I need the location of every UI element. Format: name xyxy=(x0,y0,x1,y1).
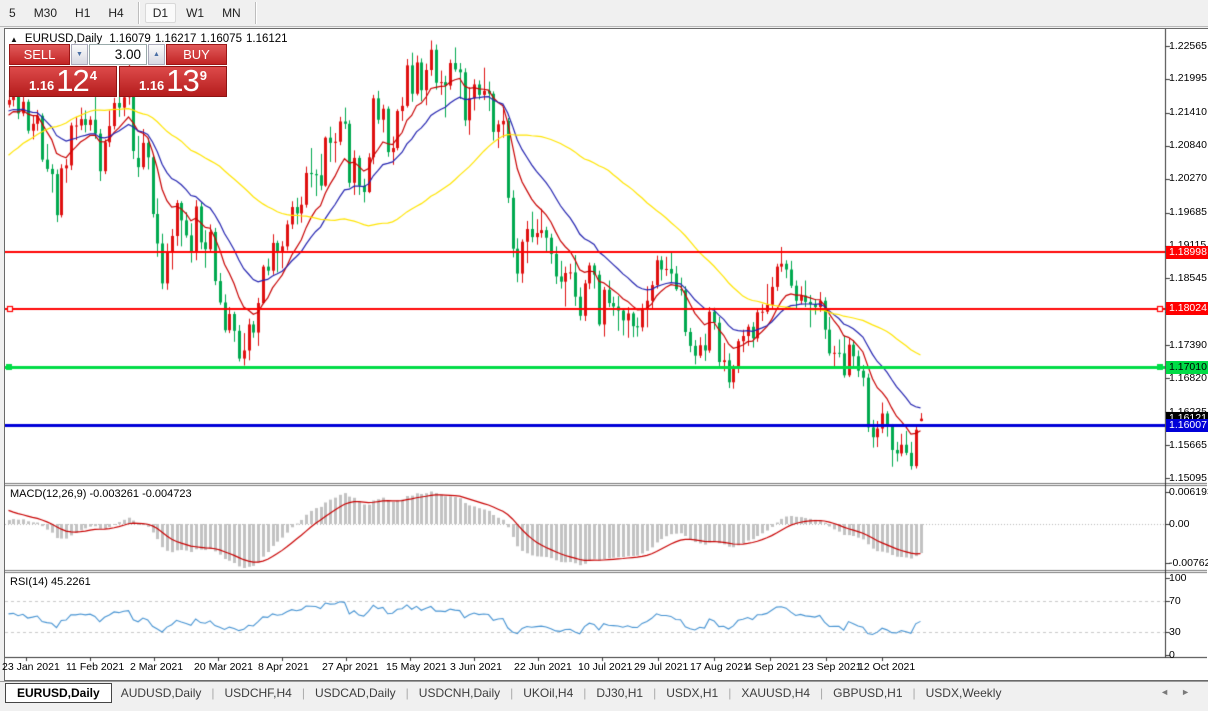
timeframe-button-h4[interactable]: H4 xyxy=(100,3,131,23)
chart-tab-bar: EURUSD,DailyAUDUSD,Daily|USDCHF,H4|USDCA… xyxy=(0,681,1208,704)
chart-canvas[interactable] xyxy=(5,29,1207,678)
price-tick-label: 1.15095 xyxy=(1169,472,1207,485)
date-label: 3 Jun 2021 xyxy=(450,661,502,673)
sell-price-quote[interactable]: 1.16 12 4 xyxy=(9,66,117,97)
tab-scroll-arrows: ◄► xyxy=(1160,687,1202,697)
volume-input[interactable]: 3.00 xyxy=(89,44,147,65)
chart-tab-usdchf[interactable]: USDCHF,H4 xyxy=(216,684,301,702)
chart-tab-ukoil[interactable]: UKOil,H4 xyxy=(514,684,582,702)
buy-price-quote[interactable]: 1.16 13 9 xyxy=(119,66,227,97)
buy-price-prefix: 1.16 xyxy=(139,76,164,95)
rsi-indicator-label: RSI(14) 45.2261 xyxy=(10,576,91,588)
date-label: 2 Mar 2021 xyxy=(130,661,183,673)
tab-scroll-right-icon[interactable]: ► xyxy=(1181,687,1202,697)
buy-price-big-digits: 13 xyxy=(166,67,198,95)
chart-tab-audusd[interactable]: AUDUSD,Daily xyxy=(112,684,211,702)
sell-button[interactable]: SELL xyxy=(9,44,70,65)
sell-price-prefix: 1.16 xyxy=(29,76,54,95)
timeframe-button-m30[interactable]: M30 xyxy=(26,3,65,23)
date-label: 23 Jan 2021 xyxy=(2,661,60,673)
chart-tab-dj30[interactable]: DJ30,H1 xyxy=(587,684,652,702)
macd-axis-label: -0.007621 xyxy=(1169,557,1207,569)
date-label: 11 Feb 2021 xyxy=(66,661,124,673)
toolbar-separator xyxy=(255,2,256,24)
rsi-axis-label: 70 xyxy=(1169,595,1207,607)
chart-tab-eurusd[interactable]: EURUSD,Daily xyxy=(5,683,112,703)
macd-axis-label: 0.00 xyxy=(1169,518,1207,530)
chart-tab-xauusd[interactable]: XAUUSD,H4 xyxy=(732,684,819,702)
timeframe-button-d1[interactable]: D1 xyxy=(145,3,176,23)
price-tick-label: 1.17390 xyxy=(1169,339,1207,352)
rsi-axis-label: 30 xyxy=(1169,626,1207,638)
rsi-axis-label: 0 xyxy=(1169,649,1207,661)
timeframe-toolbar: 5M30H1H4 D1W1MN xyxy=(0,0,1208,27)
price-line-label: 1.18024 xyxy=(1166,302,1208,315)
macd-indicator-label: MACD(12,26,9) -0.003261 -0.004723 xyxy=(10,488,192,500)
chart-tab-usdcad[interactable]: USDCAD,Daily xyxy=(306,684,405,702)
date-label: 22 Jun 2021 xyxy=(514,661,572,673)
macd-axis-label: 0.006193 xyxy=(1169,486,1207,498)
price-tick-label: 1.22565 xyxy=(1169,40,1207,53)
buy-button[interactable]: BUY xyxy=(166,44,227,65)
ohlc-close: 1.16121 xyxy=(246,33,288,45)
chevron-down-icon: ▼ xyxy=(76,51,83,58)
buy-price-pipette: 9 xyxy=(200,68,207,83)
chart-tab-usdx[interactable]: USDX,Weekly xyxy=(917,684,1011,702)
chart-window xyxy=(4,28,1208,681)
price-line-label: 1.17010 xyxy=(1166,361,1208,374)
price-tick-label: 1.20840 xyxy=(1169,139,1207,152)
rsi-axis-label: 100 xyxy=(1169,572,1207,584)
date-label: 15 May 2021 xyxy=(386,661,447,673)
one-click-trade-panel: SELL ▼ 3.00 ▲ BUY 1.16 12 4 1.16 13 9 xyxy=(9,44,227,97)
price-line-label: 1.18998 xyxy=(1166,246,1208,259)
date-label: 27 Apr 2021 xyxy=(322,661,379,673)
sell-price-big-digits: 12 xyxy=(56,67,88,95)
date-label: 10 Jul 2021 xyxy=(578,661,632,673)
volume-increase-button[interactable]: ▲ xyxy=(148,44,165,65)
collapse-triangle-icon[interactable]: ▲ xyxy=(10,35,18,44)
timeframe-button-h1[interactable]: H1 xyxy=(67,3,98,23)
date-label: 4 Sep 2021 xyxy=(746,661,800,673)
date-label: 12 Oct 2021 xyxy=(858,661,915,673)
price-tick-label: 1.21410 xyxy=(1169,106,1207,119)
date-label: 8 Apr 2021 xyxy=(258,661,309,673)
chart-tab-usdcnh[interactable]: USDCNH,Daily xyxy=(410,684,509,702)
status-strip xyxy=(0,703,1208,711)
date-label: 20 Mar 2021 xyxy=(194,661,253,673)
date-label: 29 Jul 2021 xyxy=(634,661,688,673)
price-tick-label: 1.19685 xyxy=(1169,206,1207,219)
price-tick-label: 1.18545 xyxy=(1169,272,1207,285)
timeframe-button-mn[interactable]: MN xyxy=(214,3,249,23)
timeframe-button-5[interactable]: 5 xyxy=(1,3,24,23)
tab-scroll-left-icon[interactable]: ◄ xyxy=(1160,687,1181,697)
sell-price-pipette: 4 xyxy=(90,68,97,83)
price-line-label: 1.16007 xyxy=(1166,419,1208,432)
date-label: 23 Sep 2021 xyxy=(802,661,862,673)
price-tick-label: 1.20270 xyxy=(1169,172,1207,185)
timeframe-button-w1[interactable]: W1 xyxy=(178,3,212,23)
price-tick-label: 1.21995 xyxy=(1169,72,1207,85)
chevron-up-icon: ▲ xyxy=(153,51,160,58)
chart-tab-gbpusd[interactable]: GBPUSD,H1 xyxy=(824,684,911,702)
toolbar-separator xyxy=(138,2,139,24)
chart-tab-usdx[interactable]: USDX,H1 xyxy=(657,684,727,702)
price-tick-label: 1.15665 xyxy=(1169,439,1207,452)
date-label: 17 Aug 2021 xyxy=(690,661,749,673)
volume-decrease-button[interactable]: ▼ xyxy=(71,44,88,65)
